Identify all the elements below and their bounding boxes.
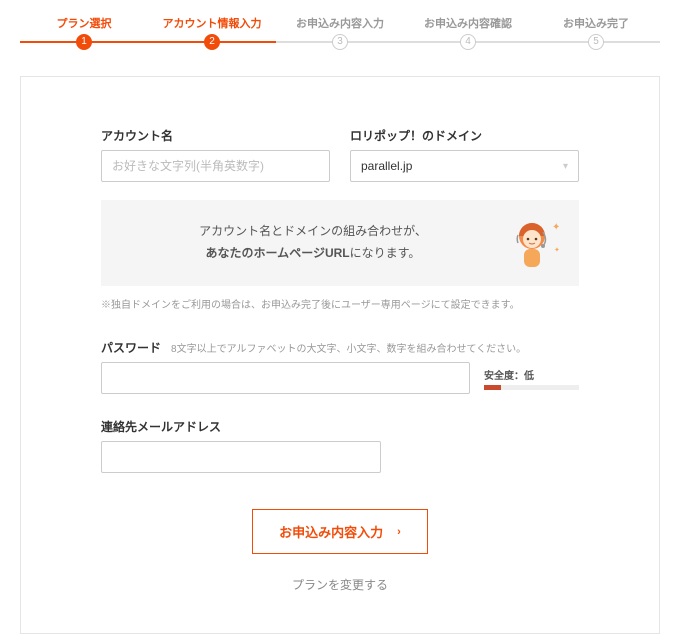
chevron-down-icon: ▾ [563, 161, 568, 172]
domain-select[interactable]: parallel.jp ▾ [350, 150, 579, 182]
chevron-right-icon: › [397, 526, 401, 538]
info-line2: あなたのホームページURLになります。 [121, 243, 505, 265]
step-2: アカウント情報入力 2 [148, 15, 276, 51]
submit-label: お申込み内容入力 [279, 522, 383, 541]
account-label: アカウント名 [101, 127, 330, 144]
svg-text:✦: ✦ [554, 246, 559, 254]
step-label: お申込み内容確認 [424, 18, 512, 30]
password-strength: 安全度：低 [484, 367, 579, 390]
email-input[interactable] [101, 441, 381, 473]
form-card: アカウント名 ロリポップ！のドメイン parallel.jp ▾ アカウント名と… [20, 76, 660, 634]
password-hint: 8文字以上でアルファベットの大文字、小文字、数字を組み合わせてください。 [171, 340, 526, 355]
domain-value: parallel.jp [361, 159, 412, 173]
step-5: お申込み完了 5 [532, 15, 660, 51]
email-label: 連絡先メールアドレス [101, 418, 579, 435]
domain-label: ロリポップ！のドメイン [350, 127, 579, 144]
step-1: プラン選択 1 [20, 15, 148, 51]
step-4: お申込み内容確認 4 [404, 15, 532, 51]
step-label: お申込み内容入力 [296, 18, 384, 30]
step-label: プラン選択 [57, 18, 112, 30]
domain-note: ※独自ドメインをご利用の場合は、お申込み完了後にユーザー専用ページにて設定できま… [101, 296, 579, 311]
password-label: パスワード [101, 339, 161, 356]
info-line1: アカウント名とドメインの組み合わせが、 [121, 221, 505, 243]
strength-bar [484, 385, 579, 390]
password-input[interactable] [101, 362, 470, 394]
svg-text:✦: ✦ [552, 222, 559, 233]
support-avatar-icon: ✦ ✦ [505, 216, 559, 270]
info-banner: アカウント名とドメインの組み合わせが、 あなたのホームページURLになります。 … [101, 200, 579, 286]
strength-label: 安全度：低 [484, 367, 579, 382]
step-label: お申込み完了 [563, 18, 629, 30]
account-input[interactable] [101, 150, 330, 182]
submit-button[interactable]: お申込み内容入力 › [252, 509, 428, 554]
step-3: お申込み内容入力 3 [276, 15, 404, 51]
step-label: アカウント情報入力 [163, 18, 262, 30]
progress-stepper: プラン選択 1 アカウント情報入力 2 お申込み内容入力 3 お申込み内容確認 … [0, 0, 680, 51]
